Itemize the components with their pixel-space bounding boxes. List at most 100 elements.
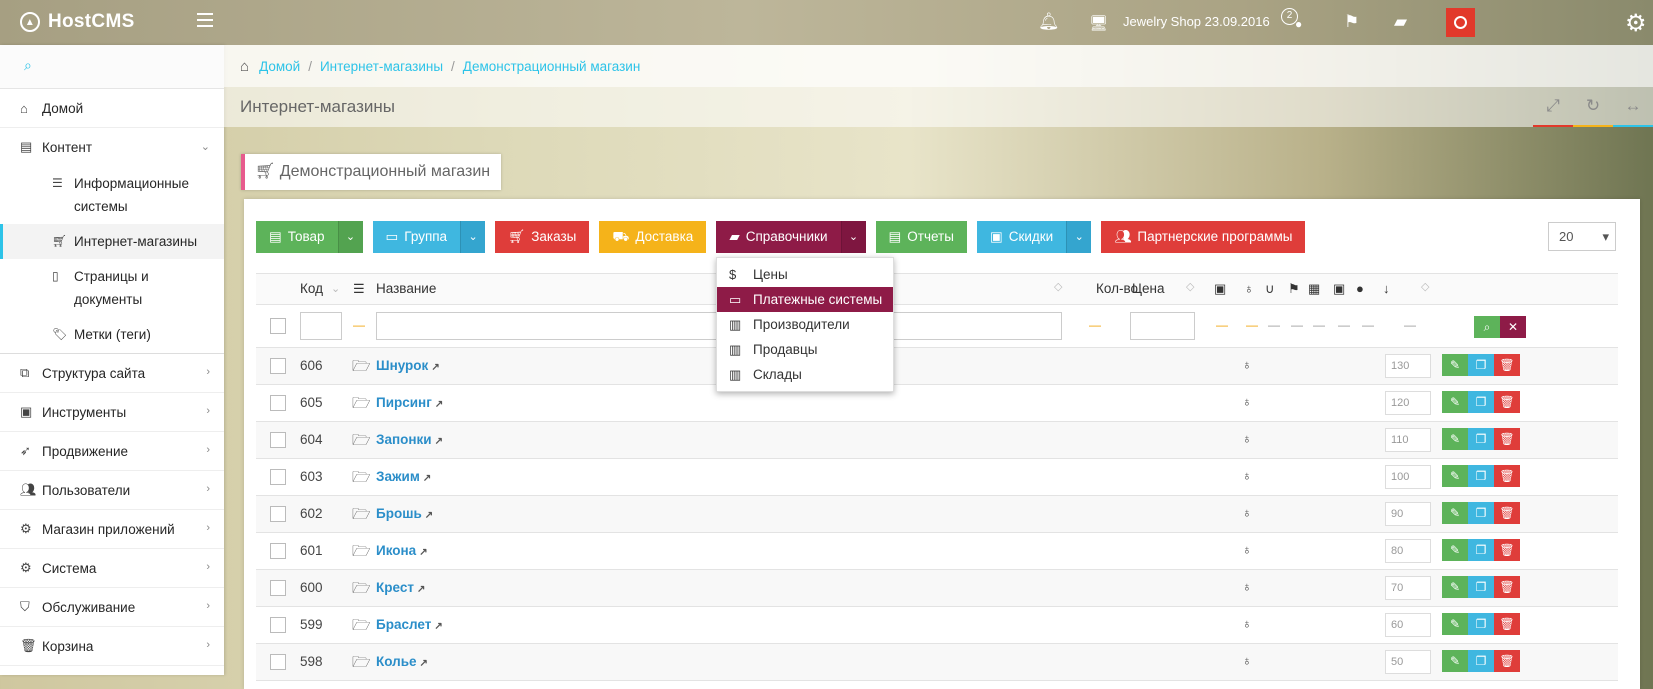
copy-icon[interactable]: ❐ (1468, 391, 1494, 413)
menu-item-sellers[interactable]: ▥ Продавцы (717, 337, 893, 362)
sidebar-item-trash[interactable]: 🗑︎ Корзина › (0, 627, 224, 666)
external-link-icon[interactable]: ↗ (423, 473, 431, 484)
orders-button[interactable]: 🛒︎ Заказы (495, 221, 590, 253)
delete-icon[interactable]: 🗑︎ (1494, 465, 1520, 487)
delete-icon[interactable]: 🗑︎ (1494, 502, 1520, 524)
sort-icon[interactable]: ◇ (1054, 280, 1062, 293)
shop-name[interactable]: Jewelry Shop 23.09.2016 (1123, 14, 1270, 29)
edit-icon[interactable]: ✎ (1442, 354, 1468, 376)
row-name-link[interactable]: Крест ↗ (376, 580, 425, 595)
menu-toggle-icon[interactable] (197, 13, 213, 27)
delete-icon[interactable]: 🗑︎ (1494, 354, 1520, 376)
external-link-icon[interactable]: ↗ (417, 584, 425, 595)
copy-icon[interactable]: ❐ (1468, 428, 1494, 450)
delete-icon[interactable]: 🗑︎ (1494, 613, 1520, 635)
external-link-icon[interactable]: ↗ (419, 547, 427, 558)
sort-order-input[interactable]: 120 (1385, 391, 1431, 415)
lightbulb-icon[interactable]: ♁ (1242, 542, 1252, 557)
sort-order-input[interactable]: 90 (1385, 502, 1431, 526)
row-name-link[interactable]: Икона ↗ (376, 543, 428, 558)
row-checkbox[interactable] (270, 469, 286, 485)
filter-price-input[interactable] (1130, 312, 1195, 340)
delete-icon[interactable]: 🗑︎ (1494, 650, 1520, 672)
row-name-link[interactable]: Шнурок ↗ (376, 358, 440, 373)
menu-item-payment-systems[interactable]: ▭ Платежные системы (717, 287, 893, 312)
sort-order-input[interactable]: 80 (1385, 539, 1431, 563)
lightbulb-icon[interactable]: ♁ (1242, 468, 1252, 483)
sidebar-item-app-store[interactable]: ⚙ Магазин приложений › (0, 510, 224, 549)
flag-icon[interactable]: ⚑ (1344, 12, 1359, 32)
chevron-down-icon[interactable]: ⌄ (1066, 221, 1092, 253)
column-header-price[interactable]: Цена (1132, 281, 1164, 296)
row-name-link[interactable]: Брошь ↗ (376, 506, 433, 521)
sidebar-subitem-info-systems[interactable]: ☰ Информационные системы (0, 166, 224, 224)
menu-item-producers[interactable]: ▥ Производители (717, 312, 893, 337)
lightbulb-icon[interactable]: ♁ (1242, 431, 1252, 446)
row-checkbox[interactable] (270, 506, 286, 522)
chevron-down-icon[interactable]: ⌄ (337, 221, 363, 253)
bell-icon[interactable]: 🔔︎ (1038, 12, 1060, 32)
add-product-button[interactable]: ▤ Товар (256, 221, 338, 253)
external-link-icon[interactable]: ↗ (431, 362, 439, 373)
logout-button[interactable] (1446, 8, 1475, 37)
row-checkbox[interactable] (270, 543, 286, 559)
copy-icon[interactable]: ❐ (1468, 650, 1494, 672)
delete-icon[interactable]: 🗑︎ (1494, 428, 1520, 450)
delivery-button[interactable]: ⛟ Доставка (599, 221, 707, 253)
sort-icon[interactable]: ◇ (1421, 280, 1429, 293)
filter-code-input[interactable] (300, 312, 342, 340)
chevron-down-icon[interactable]: ⌄ (840, 221, 866, 253)
breadcrumb-link-home[interactable]: Домой (259, 59, 300, 74)
copy-icon[interactable]: ❐ (1468, 539, 1494, 561)
reports-button[interactable]: ▤ Отчеты (875, 221, 967, 253)
copy-icon[interactable]: ❐ (1468, 502, 1494, 524)
sidebar-subitem-tags[interactable]: 🏷︎ Метки (теги) (0, 317, 224, 353)
sidebar-item-promotion[interactable]: ➶ Продвижение › (0, 432, 224, 471)
sidebar-search[interactable]: ⌕ (0, 45, 224, 89)
directories-button[interactable]: ▰ Справочники (716, 221, 841, 253)
lightbulb-icon[interactable]: ♁ (1242, 616, 1252, 631)
breadcrumb-link-shops[interactable]: Интернет-магазины (320, 59, 443, 74)
copy-icon[interactable]: ❐ (1468, 354, 1494, 376)
add-group-button[interactable]: ▭ Группа (372, 221, 461, 253)
lightbulb-icon[interactable]: ♁ (1242, 579, 1252, 594)
sidebar-item-home[interactable]: ⌂ Домой (0, 89, 224, 128)
edit-icon[interactable]: ✎ (1442, 613, 1468, 635)
sidebar-subitem-shops[interactable]: 🛒︎ Интернет-магазины (0, 224, 224, 259)
external-link-icon[interactable]: ↗ (420, 658, 428, 669)
chevron-down-icon[interactable]: ⌄ (331, 282, 340, 295)
edit-icon[interactable]: ✎ (1442, 650, 1468, 672)
refresh-icon[interactable]: ↻ (1573, 87, 1613, 127)
sort-order-input[interactable]: 60 (1385, 613, 1431, 637)
lightbulb-icon[interactable]: ♁ (1242, 653, 1252, 668)
sort-order-input[interactable]: 100 (1385, 465, 1431, 489)
delete-icon[interactable]: 🗑︎ (1494, 539, 1520, 561)
lightbulb-icon[interactable]: ♁ (1242, 394, 1252, 409)
filter-search-button[interactable]: ⌕ (1474, 316, 1500, 338)
row-checkbox[interactable] (270, 580, 286, 596)
fullscreen-icon[interactable]: ⤢ (1533, 87, 1573, 127)
copy-icon[interactable]: ❐ (1468, 465, 1494, 487)
row-name-link[interactable]: Браслет ↗ (376, 617, 443, 632)
external-link-icon[interactable]: ↗ (435, 436, 443, 447)
external-link-icon[interactable]: ↗ (425, 510, 433, 521)
sidebar-item-users[interactable]: 👥︎ Пользователи › (0, 471, 224, 510)
row-checkbox[interactable] (270, 432, 286, 448)
row-checkbox[interactable] (270, 395, 286, 411)
copy-icon[interactable]: ❐ (1468, 576, 1494, 598)
lightbulb-icon[interactable]: ♁ (1242, 357, 1252, 372)
select-all-checkbox[interactable] (270, 318, 286, 334)
sidebar-item-site-structure[interactable]: ⧉ Структура сайта › (0, 354, 224, 393)
chevron-down-icon[interactable]: ⌄ (460, 221, 486, 253)
menu-item-prices[interactable]: $ Цены (717, 262, 893, 287)
row-checkbox[interactable] (270, 654, 286, 670)
row-name-link[interactable]: Колье ↗ (376, 654, 428, 669)
row-name-link[interactable]: Запонки ↗ (376, 432, 443, 447)
external-link-icon[interactable]: ↗ (435, 399, 443, 410)
sort-order-input[interactable]: 130 (1385, 354, 1431, 378)
edit-icon[interactable]: ✎ (1442, 465, 1468, 487)
external-link-icon[interactable]: ↗ (434, 621, 442, 632)
copy-icon[interactable]: ❐ (1468, 613, 1494, 635)
delete-icon[interactable]: 🗑︎ (1494, 576, 1520, 598)
lightbulb-icon[interactable]: ♁ (1242, 505, 1252, 520)
